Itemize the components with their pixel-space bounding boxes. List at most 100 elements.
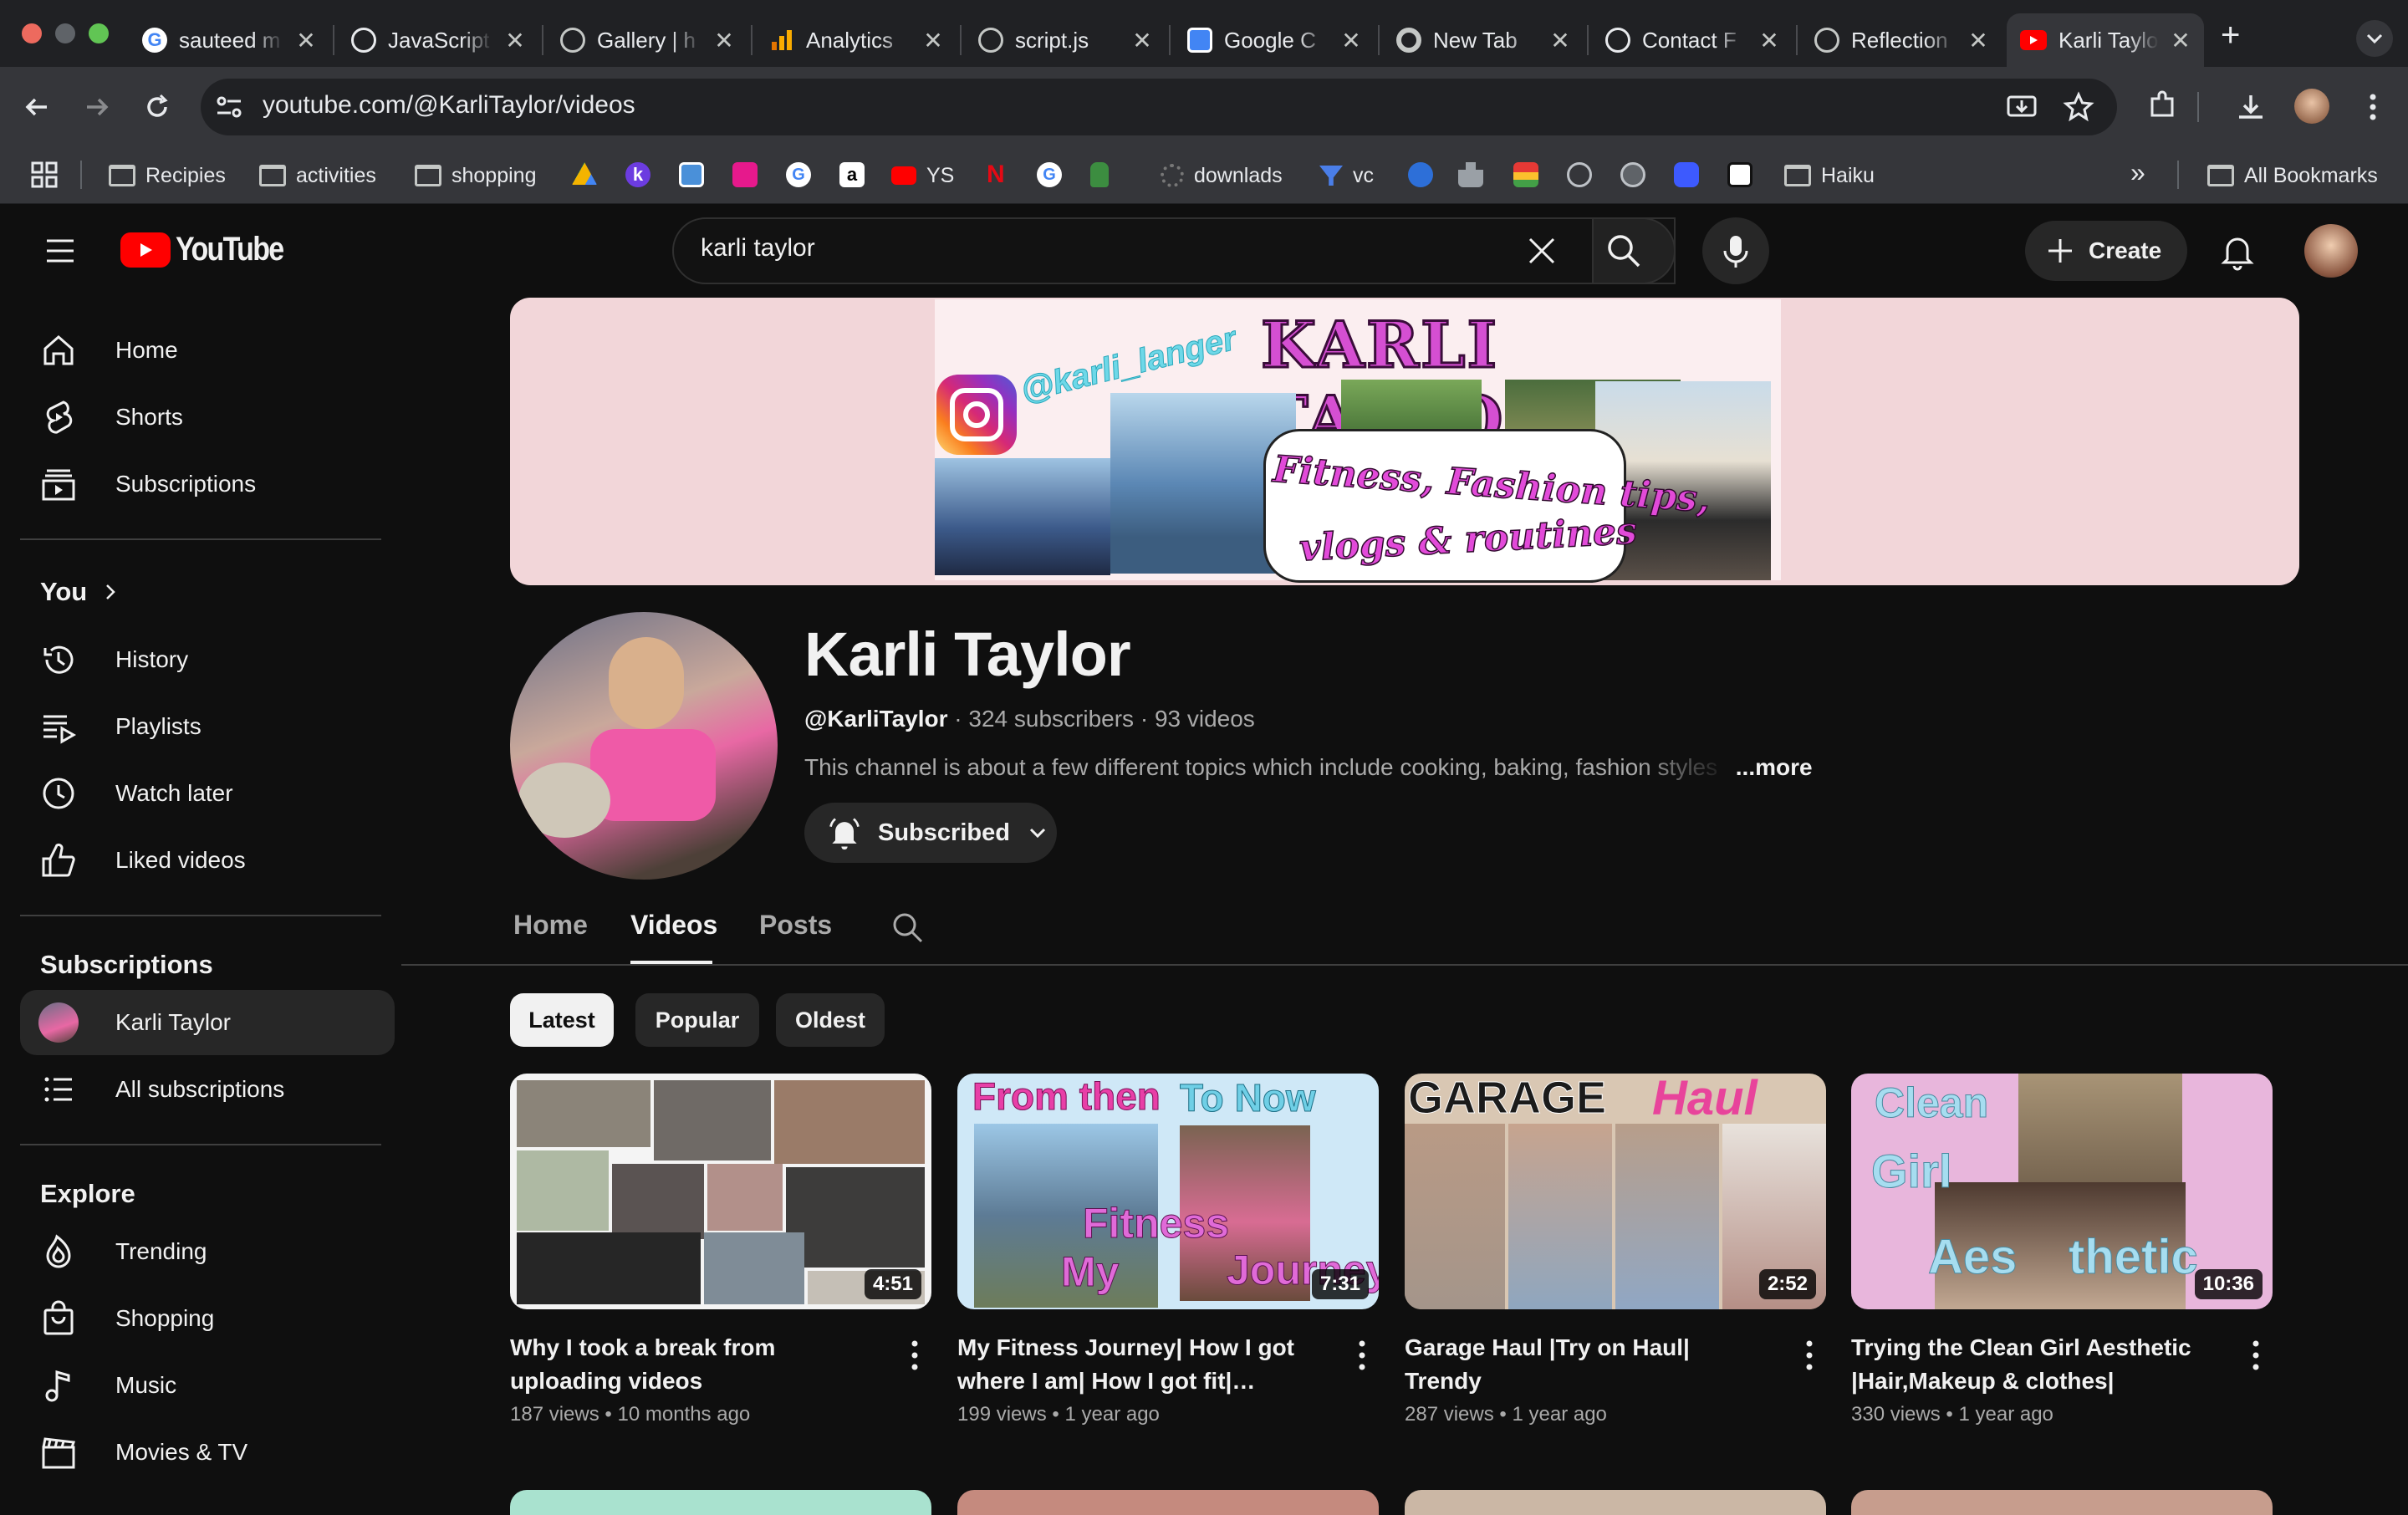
- video-thumbnail[interactable]: GARAGE Haul 2:52: [1405, 1074, 1826, 1309]
- more-menu-icon[interactable]: [2356, 89, 2390, 125]
- tab-videos[interactable]: Videos: [630, 910, 717, 941]
- site-info-icon[interactable]: [214, 92, 244, 122]
- you-section-link[interactable]: You: [40, 577, 120, 607]
- sidebar-item-shorts[interactable]: Shorts: [20, 385, 395, 450]
- youtube-logo[interactable]: YouTube: [120, 231, 302, 268]
- klarna-k-icon[interactable]: k: [625, 162, 650, 187]
- bookmark-folder-shopping[interactable]: shopping: [415, 159, 536, 192]
- google-icon[interactable]: G: [1037, 162, 1062, 187]
- url-text[interactable]: youtube.com/@KarliTaylor/videos: [263, 91, 635, 120]
- sidebar-item-karli-taylor[interactable]: Karli Taylor: [20, 990, 395, 1055]
- bookmark-folder-activities[interactable]: activities: [259, 159, 376, 192]
- video-thumbnail-partial[interactable]: [510, 1490, 931, 1515]
- video-menu-icon[interactable]: [898, 1334, 931, 1376]
- bookmark-downlads[interactable]: downlads: [1161, 159, 1283, 192]
- subscribed-button[interactable]: Subscribed: [804, 803, 1057, 863]
- video-title[interactable]: Trying the Clean Girl Aesthetic |Hair,Ma…: [1851, 1331, 2219, 1398]
- close-tab-icon[interactable]: ✕: [1968, 27, 1988, 54]
- sidebar-item-shopping[interactable]: Shopping: [20, 1286, 395, 1351]
- close-tab-icon[interactable]: ✕: [296, 27, 316, 54]
- video-title[interactable]: My Fitness Journey| How I got where I am…: [957, 1331, 1325, 1398]
- video-card[interactable]: GARAGE Haul 2:52 Garage Haul |Try on Hau…: [1405, 1074, 1826, 1426]
- video-thumbnail-partial[interactable]: [957, 1490, 1379, 1515]
- tmobile-icon[interactable]: [732, 162, 758, 187]
- close-tab-icon[interactable]: ✕: [1550, 27, 1570, 54]
- browser-tab[interactable]: Google C ✕: [1174, 13, 1375, 67]
- bookmark-star-icon[interactable]: [2062, 90, 2095, 124]
- browser-tab-active[interactable]: Karli Taylo ✕: [2007, 13, 2204, 67]
- channel-search-icon[interactable]: [890, 910, 925, 945]
- close-tab-icon[interactable]: ✕: [714, 27, 734, 54]
- globe-icon[interactable]: [1620, 162, 1645, 187]
- sidebar-item-trending[interactable]: Trending: [20, 1219, 395, 1284]
- back-icon[interactable]: [20, 90, 54, 124]
- chip-oldest[interactable]: Oldest: [776, 993, 885, 1047]
- notifications-bell-icon[interactable]: [2217, 231, 2258, 271]
- bookmark-folder-haiku[interactable]: Haiku: [1784, 159, 1875, 192]
- video-card[interactable]: From then To Now Fitness My Journey 7:31…: [957, 1074, 1379, 1426]
- reload-icon[interactable]: [140, 90, 174, 124]
- video-menu-icon[interactable]: [1793, 1334, 1826, 1376]
- more-bookmarks-icon[interactable]: »: [2130, 157, 2145, 188]
- video-title[interactable]: Why I took a break from uploading videos: [510, 1331, 878, 1398]
- tab-home[interactable]: Home: [513, 910, 588, 941]
- close-tab-icon[interactable]: ✕: [1132, 27, 1152, 54]
- bookmark-folder-recipies[interactable]: Recipies: [109, 159, 226, 192]
- video-thumbnail[interactable]: 4:51: [510, 1074, 931, 1309]
- sidebar-item-movies-tv[interactable]: Movies & TV: [20, 1420, 395, 1485]
- sidebar-item-subscriptions[interactable]: Subscriptions: [20, 451, 395, 517]
- channel-avatar-large[interactable]: [510, 612, 778, 880]
- close-tab-icon[interactable]: ✕: [2171, 27, 2191, 54]
- video-title[interactable]: Garage Haul |Try on Haul| Trendy: [1405, 1331, 1773, 1398]
- tab-search-button[interactable]: [2356, 20, 2393, 57]
- zoom-window-button[interactable]: [89, 23, 109, 43]
- close-tab-icon[interactable]: ✕: [1341, 27, 1361, 54]
- browser-tab[interactable]: Gallery | h ✕: [547, 13, 747, 67]
- video-card[interactable]: 4:51 Why I took a break from uploading v…: [510, 1074, 931, 1426]
- profile-avatar[interactable]: [2294, 89, 2329, 124]
- close-tab-icon[interactable]: ✕: [1759, 27, 1779, 54]
- browser-tab[interactable]: Analytics ✕: [756, 13, 957, 67]
- video-card[interactable]: Clean Girl Aes thetic 10:36 Trying the C…: [1851, 1074, 2273, 1426]
- shield-icon[interactable]: [1674, 162, 1699, 187]
- chip-latest[interactable]: Latest: [510, 993, 614, 1047]
- sidebar-item-home[interactable]: Home: [20, 318, 395, 383]
- video-thumbnail-partial[interactable]: [1405, 1490, 1826, 1515]
- sidebar-item-all-subscriptions[interactable]: All subscriptions: [20, 1057, 395, 1122]
- plant-icon[interactable]: [1090, 162, 1109, 187]
- chip-popular[interactable]: Popular: [635, 993, 759, 1047]
- forward-icon[interactable]: [80, 90, 114, 124]
- sidebar-item-watch-later[interactable]: Watch later: [20, 761, 395, 826]
- extensions-icon[interactable]: [2145, 89, 2179, 122]
- clear-search-icon[interactable]: [1523, 232, 1560, 269]
- browser-tab[interactable]: script.js ✕: [965, 13, 1166, 67]
- amazon-icon[interactable]: a: [839, 162, 865, 187]
- bookmark-ys[interactable]: YS: [891, 159, 954, 192]
- sidebar-item-history[interactable]: History: [20, 627, 395, 692]
- video-thumbnail[interactable]: From then To Now Fitness My Journey 7:31: [957, 1074, 1379, 1309]
- bookmark-folder-all[interactable]: All Bookmarks: [2207, 159, 2378, 192]
- create-button[interactable]: Create: [2025, 221, 2187, 281]
- tab-posts[interactable]: Posts: [759, 910, 832, 941]
- search-input[interactable]: karli taylor: [701, 234, 815, 263]
- close-window-button[interactable]: [22, 23, 42, 43]
- sidebar-item-liked-videos[interactable]: Liked videos: [20, 828, 395, 893]
- minimize-window-button[interactable]: [55, 23, 75, 43]
- browser-tab[interactable]: G sauteed m ✕: [129, 13, 329, 67]
- browser-tab[interactable]: JavaScript ✕: [338, 13, 538, 67]
- new-tab-button[interactable]: +: [2221, 17, 2240, 54]
- sidebar-item-playlists[interactable]: Playlists: [20, 694, 395, 759]
- browser-tab[interactable]: New Tab ✕: [1383, 13, 1584, 67]
- sidebar-item-music[interactable]: Music: [20, 1353, 395, 1418]
- close-tab-icon[interactable]: ✕: [923, 27, 943, 54]
- video-thumbnail-partial[interactable]: [1851, 1490, 2273, 1515]
- account-avatar[interactable]: [2304, 224, 2358, 278]
- compass-icon[interactable]: [1408, 162, 1433, 187]
- netflix-icon[interactable]: N: [987, 162, 1005, 187]
- history-icon[interactable]: [1567, 162, 1592, 187]
- download-icon[interactable]: [2234, 90, 2268, 124]
- calendar-icon[interactable]: [679, 162, 704, 187]
- install-app-icon[interactable]: [2005, 90, 2038, 124]
- video-menu-icon[interactable]: [2239, 1334, 2273, 1376]
- voice-search-button[interactable]: [1702, 217, 1769, 284]
